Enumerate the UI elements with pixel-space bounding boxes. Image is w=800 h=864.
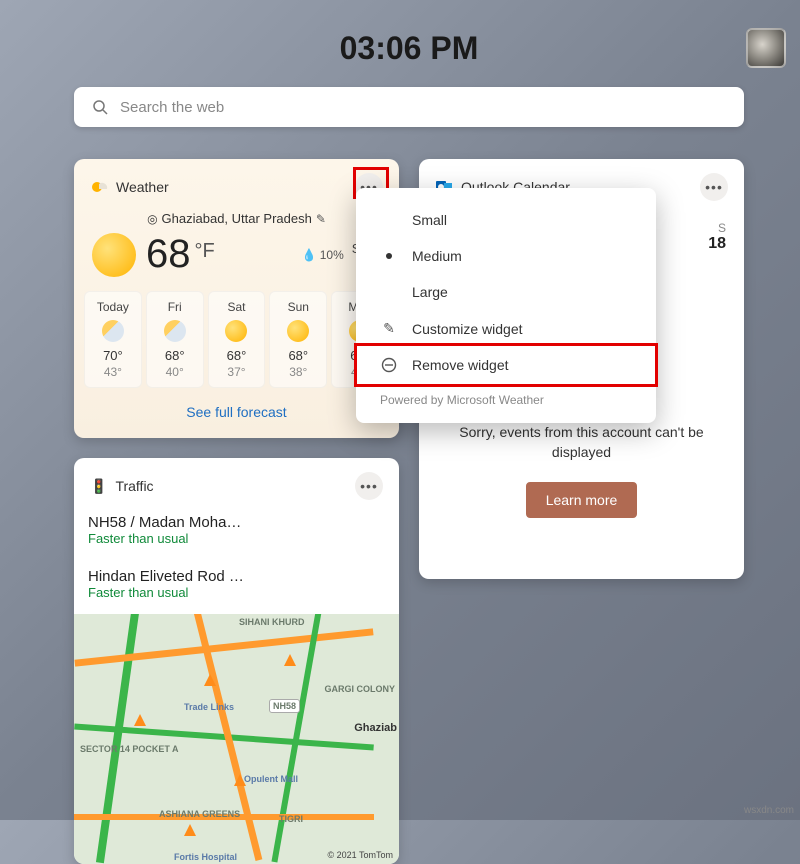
widget-context-menu: Small Medium Large ✎ Customize widget Re… <box>356 188 656 423</box>
map-label: TIGRI <box>279 814 303 824</box>
forecast-day[interactable]: Sun68°38° <box>269 291 327 388</box>
search-icon <box>92 99 108 115</box>
selected-bullet-icon <box>380 253 398 259</box>
map-label: Ghaziab <box>354 722 397 734</box>
clock: 03:06 PM <box>74 30 744 67</box>
search-bar[interactable] <box>74 87 744 127</box>
menu-label: Medium <box>412 248 462 264</box>
weather-location-row[interactable]: ◎ Ghaziabad, Uttar Pradesh ✎ <box>74 211 399 226</box>
see-full-forecast-link[interactable]: See full forecast <box>74 388 399 438</box>
calendar-dow: S <box>718 221 726 235</box>
map-label: GARGI COLONY <box>324 684 395 694</box>
menu-label: Large <box>412 284 448 300</box>
traffic-status: Faster than usual <box>88 531 385 546</box>
traffic-status: Faster than usual <box>88 585 385 600</box>
traffic-map[interactable]: SIHANI KHURD GARGI COLONY Trade Links NH… <box>74 614 399 864</box>
traffic-route[interactable]: NH58 / Madan Moha… <box>88 514 385 531</box>
temp-unit[interactable]: °F <box>195 240 215 263</box>
forecast-icon <box>102 320 124 342</box>
traffic-widget: 🚦 Traffic ••• NH58 / Madan Moha… Faster … <box>74 458 399 864</box>
map-label: ASHIANA GREENS <box>159 809 240 819</box>
calendar-date: 18 <box>708 235 726 253</box>
calendar-more-button[interactable]: ••• <box>700 173 728 201</box>
menu-label: Remove widget <box>412 357 509 373</box>
forecast-day[interactable]: Sat68°37° <box>208 291 266 388</box>
avatar[interactable] <box>746 28 786 68</box>
menu-customize-widget[interactable]: ✎ Customize widget <box>356 310 656 347</box>
current-temp: 68 <box>146 232 191 277</box>
learn-more-button[interactable]: Learn more <box>526 482 638 518</box>
forecast-day[interactable]: Fri68°40° <box>146 291 204 388</box>
map-label: Trade Links <box>184 702 234 712</box>
drop-icon: 💧 <box>302 248 317 262</box>
menu-label: Customize widget <box>412 321 523 337</box>
construction-icon <box>184 824 196 836</box>
traffic-more-button[interactable]: ••• <box>355 472 383 500</box>
traffic-title: Traffic <box>115 478 355 494</box>
weather-location: Ghaziabad, Uttar Pradesh <box>162 211 312 226</box>
menu-remove-widget[interactable]: Remove widget <box>356 347 656 383</box>
menu-size-large[interactable]: Large <box>356 274 656 310</box>
forecast-icon <box>225 320 247 342</box>
menu-footer: Powered by Microsoft Weather <box>356 383 656 413</box>
watermark: wsxdn.com <box>744 805 794 816</box>
weather-title: Weather <box>116 179 355 195</box>
construction-icon <box>284 654 296 666</box>
map-label: SIHANI KHURD <box>239 617 305 627</box>
traffic-route[interactable]: Hindan Eliveted Rod … <box>88 568 385 585</box>
traffic-light-icon: 🚦 <box>90 478 107 495</box>
map-label: NH58 <box>269 699 300 713</box>
map-label: Opulent Mall <box>244 774 298 784</box>
pencil-icon: ✎ <box>380 320 398 337</box>
edit-location-icon[interactable]: ✎ <box>316 212 326 226</box>
weather-app-icon <box>90 178 108 196</box>
construction-icon <box>134 714 146 726</box>
search-input[interactable] <box>120 99 726 116</box>
remove-icon <box>380 357 398 373</box>
more-icon: ••• <box>360 479 378 493</box>
menu-size-medium[interactable]: Medium <box>356 238 656 274</box>
forecast-row: Today70°43° Fri68°40° Sat68°37° Sun68°38… <box>74 291 399 388</box>
more-icon: ••• <box>705 180 723 194</box>
forecast-icon <box>164 320 186 342</box>
calendar-message: Sorry, events from this account can't be… <box>447 423 716 462</box>
map-attribution: © 2021 TomTom <box>328 850 394 860</box>
weather-widget: Weather ••• ◎ Ghaziabad, Uttar Pradesh ✎… <box>74 159 399 438</box>
forecast-icon <box>287 320 309 342</box>
location-pin-icon: ◎ <box>147 212 157 226</box>
forecast-day[interactable]: Today70°43° <box>84 291 142 388</box>
current-weather-icon <box>92 233 136 277</box>
humidity: 💧10% <box>302 248 344 262</box>
menu-label: Small <box>412 212 447 228</box>
map-label: Fortis Hospital <box>174 852 237 862</box>
map-label: SECTOR 14 POCKET A <box>80 744 179 754</box>
menu-size-small[interactable]: Small <box>356 202 656 238</box>
